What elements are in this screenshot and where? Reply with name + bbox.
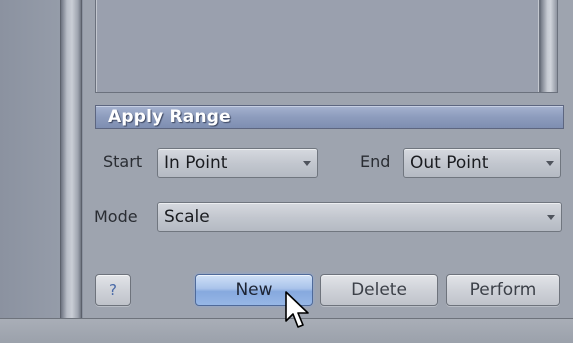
mode-dropdown[interactable]: Scale [157,202,562,232]
left-panel [0,0,60,318]
panel-scrollbar[interactable] [60,0,82,318]
mouse-pointer-icon [285,291,309,328]
chevron-down-icon [547,215,555,220]
mode-value: Scale [164,207,210,227]
help-button[interactable]: ? [95,274,131,306]
section-title: Apply Range [108,107,231,127]
end-label: End [360,152,391,171]
start-label: Start [103,152,143,171]
item-list[interactable] [95,0,540,93]
start-dropdown[interactable]: In Point [157,148,318,178]
delete-button[interactable]: Delete [320,274,438,306]
end-value: Out Point [410,153,489,173]
chevron-down-icon [546,161,554,166]
main-panel: Apply Range Start In Point End Out Point… [83,0,573,318]
end-dropdown[interactable]: Out Point [403,148,561,178]
start-value: In Point [164,153,228,173]
chevron-down-icon [303,161,311,166]
mode-label: Mode [94,207,138,226]
item-list-scrollbar[interactable] [540,0,558,93]
apply-range-header: Apply Range [95,105,564,129]
perform-button[interactable]: Perform [446,274,560,306]
